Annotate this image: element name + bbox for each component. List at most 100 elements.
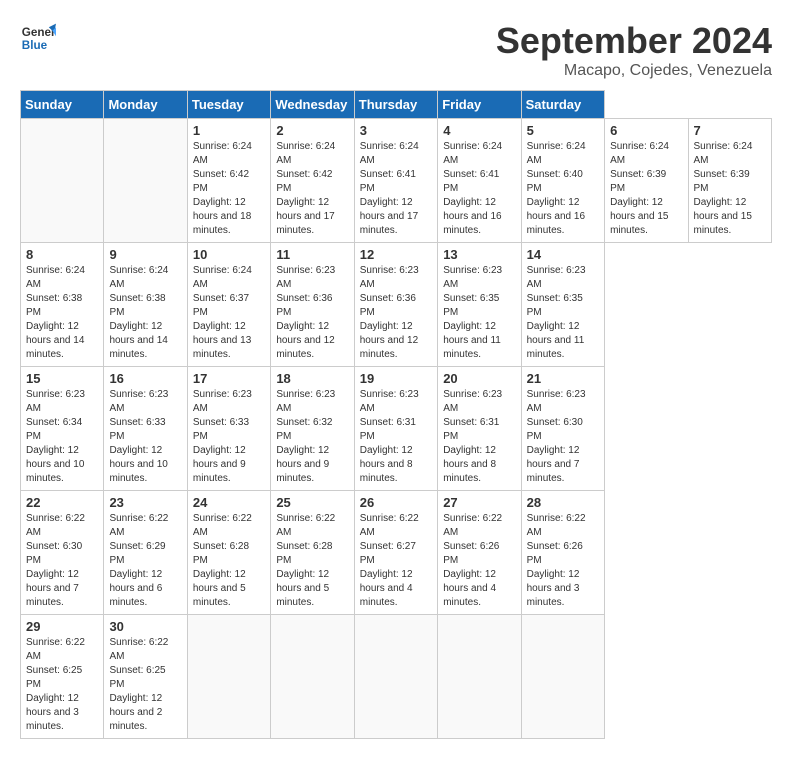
calendar-cell: 13 Sunrise: 6:23 AM Sunset: 6:35 PM Dayl… — [438, 243, 521, 367]
calendar-cell: 24 Sunrise: 6:22 AM Sunset: 6:28 PM Dayl… — [187, 491, 270, 615]
calendar-cell: 21 Sunrise: 6:23 AM Sunset: 6:30 PM Dayl… — [521, 367, 604, 491]
calendar-cell: 5 Sunrise: 6:24 AM Sunset: 6:40 PM Dayli… — [521, 119, 604, 243]
calendar-week-row: 8 Sunrise: 6:24 AM Sunset: 6:38 PM Dayli… — [21, 243, 772, 367]
day-number: 13 — [443, 247, 515, 262]
day-info: Sunrise: 6:24 AM Sunset: 6:38 PM Dayligh… — [26, 264, 98, 362]
day-info: Sunrise: 6:24 AM Sunset: 6:37 PM Dayligh… — [193, 264, 265, 362]
day-info: Sunrise: 6:24 AM Sunset: 6:42 PM Dayligh… — [193, 140, 265, 238]
calendar-cell: 26 Sunrise: 6:22 AM Sunset: 6:27 PM Dayl… — [354, 491, 437, 615]
day-number: 24 — [193, 495, 265, 510]
day-number: 6 — [610, 123, 682, 138]
title-block: September 2024 Macapo, Cojedes, Venezuel… — [496, 20, 772, 80]
day-info: Sunrise: 6:24 AM Sunset: 6:39 PM Dayligh… — [694, 140, 767, 238]
calendar-cell — [21, 119, 104, 243]
day-number: 18 — [276, 371, 348, 386]
day-info: Sunrise: 6:22 AM Sunset: 6:29 PM Dayligh… — [109, 512, 181, 610]
day-info: Sunrise: 6:22 AM Sunset: 6:26 PM Dayligh… — [443, 512, 515, 610]
calendar-cell: 10 Sunrise: 6:24 AM Sunset: 6:37 PM Dayl… — [187, 243, 270, 367]
day-number: 4 — [443, 123, 515, 138]
calendar-cell: 18 Sunrise: 6:23 AM Sunset: 6:32 PM Dayl… — [271, 367, 354, 491]
day-info: Sunrise: 6:23 AM Sunset: 6:31 PM Dayligh… — [360, 388, 432, 486]
day-number: 25 — [276, 495, 348, 510]
day-number: 14 — [527, 247, 599, 262]
day-number: 21 — [527, 371, 599, 386]
day-info: Sunrise: 6:24 AM Sunset: 6:41 PM Dayligh… — [443, 140, 515, 238]
calendar-week-row: 15 Sunrise: 6:23 AM Sunset: 6:34 PM Dayl… — [21, 367, 772, 491]
day-number: 2 — [276, 123, 348, 138]
calendar-cell: 23 Sunrise: 6:22 AM Sunset: 6:29 PM Dayl… — [104, 491, 187, 615]
day-number: 26 — [360, 495, 432, 510]
day-info: Sunrise: 6:23 AM Sunset: 6:35 PM Dayligh… — [527, 264, 599, 362]
calendar-cell — [104, 119, 187, 243]
col-header-monday: Monday — [104, 91, 187, 119]
day-number: 27 — [443, 495, 515, 510]
day-info: Sunrise: 6:23 AM Sunset: 6:36 PM Dayligh… — [360, 264, 432, 362]
day-info: Sunrise: 6:22 AM Sunset: 6:26 PM Dayligh… — [527, 512, 599, 610]
calendar-cell: 1 Sunrise: 6:24 AM Sunset: 6:42 PM Dayli… — [187, 119, 270, 243]
calendar-cell: 22 Sunrise: 6:22 AM Sunset: 6:30 PM Dayl… — [21, 491, 104, 615]
day-number: 5 — [527, 123, 599, 138]
day-info: Sunrise: 6:24 AM Sunset: 6:38 PM Dayligh… — [109, 264, 181, 362]
day-number: 15 — [26, 371, 98, 386]
day-info: Sunrise: 6:23 AM Sunset: 6:31 PM Dayligh… — [443, 388, 515, 486]
calendar-cell — [521, 615, 604, 739]
calendar-week-row: 1 Sunrise: 6:24 AM Sunset: 6:42 PM Dayli… — [21, 119, 772, 243]
day-number: 22 — [26, 495, 98, 510]
col-header-saturday: Saturday — [521, 91, 604, 119]
calendar-week-row: 29 Sunrise: 6:22 AM Sunset: 6:25 PM Dayl… — [21, 615, 772, 739]
day-info: Sunrise: 6:22 AM Sunset: 6:27 PM Dayligh… — [360, 512, 432, 610]
day-info: Sunrise: 6:23 AM Sunset: 6:35 PM Dayligh… — [443, 264, 515, 362]
calendar-cell: 14 Sunrise: 6:23 AM Sunset: 6:35 PM Dayl… — [521, 243, 604, 367]
day-number: 10 — [193, 247, 265, 262]
day-info: Sunrise: 6:23 AM Sunset: 6:33 PM Dayligh… — [109, 388, 181, 486]
day-number: 17 — [193, 371, 265, 386]
calendar-cell — [271, 615, 354, 739]
day-number: 28 — [527, 495, 599, 510]
col-header-sunday: Sunday — [21, 91, 104, 119]
day-info: Sunrise: 6:23 AM Sunset: 6:32 PM Dayligh… — [276, 388, 348, 486]
day-number: 20 — [443, 371, 515, 386]
day-number: 1 — [193, 123, 265, 138]
day-info: Sunrise: 6:22 AM Sunset: 6:28 PM Dayligh… — [276, 512, 348, 610]
day-info: Sunrise: 6:23 AM Sunset: 6:33 PM Dayligh… — [193, 388, 265, 486]
calendar-cell: 19 Sunrise: 6:23 AM Sunset: 6:31 PM Dayl… — [354, 367, 437, 491]
day-info: Sunrise: 6:22 AM Sunset: 6:25 PM Dayligh… — [26, 636, 98, 734]
day-number: 11 — [276, 247, 348, 262]
location-subtitle: Macapo, Cojedes, Venezuela — [496, 62, 772, 80]
day-info: Sunrise: 6:24 AM Sunset: 6:39 PM Dayligh… — [610, 140, 682, 238]
day-number: 8 — [26, 247, 98, 262]
calendar-cell: 8 Sunrise: 6:24 AM Sunset: 6:38 PM Dayli… — [21, 243, 104, 367]
day-number: 23 — [109, 495, 181, 510]
page-header: General Blue September 2024 Macapo, Coje… — [20, 20, 772, 80]
day-number: 3 — [360, 123, 432, 138]
col-header-tuesday: Tuesday — [187, 91, 270, 119]
day-number: 16 — [109, 371, 181, 386]
calendar-cell: 29 Sunrise: 6:22 AM Sunset: 6:25 PM Dayl… — [21, 615, 104, 739]
calendar-cell: 12 Sunrise: 6:23 AM Sunset: 6:36 PM Dayl… — [354, 243, 437, 367]
logo-icon: General Blue — [20, 20, 56, 56]
svg-text:Blue: Blue — [22, 39, 48, 52]
calendar-cell: 6 Sunrise: 6:24 AM Sunset: 6:39 PM Dayli… — [605, 119, 688, 243]
day-info: Sunrise: 6:22 AM Sunset: 6:25 PM Dayligh… — [109, 636, 181, 734]
col-header-wednesday: Wednesday — [271, 91, 354, 119]
calendar-cell: 7 Sunrise: 6:24 AM Sunset: 6:39 PM Dayli… — [688, 119, 772, 243]
calendar-week-row: 22 Sunrise: 6:22 AM Sunset: 6:30 PM Dayl… — [21, 491, 772, 615]
day-number: 9 — [109, 247, 181, 262]
logo: General Blue — [20, 20, 56, 56]
calendar-cell: 30 Sunrise: 6:22 AM Sunset: 6:25 PM Dayl… — [104, 615, 187, 739]
calendar-cell: 3 Sunrise: 6:24 AM Sunset: 6:41 PM Dayli… — [354, 119, 437, 243]
day-number: 30 — [109, 619, 181, 634]
calendar-cell: 11 Sunrise: 6:23 AM Sunset: 6:36 PM Dayl… — [271, 243, 354, 367]
day-info: Sunrise: 6:22 AM Sunset: 6:30 PM Dayligh… — [26, 512, 98, 610]
calendar-cell: 27 Sunrise: 6:22 AM Sunset: 6:26 PM Dayl… — [438, 491, 521, 615]
day-info: Sunrise: 6:23 AM Sunset: 6:30 PM Dayligh… — [527, 388, 599, 486]
calendar-cell: 15 Sunrise: 6:23 AM Sunset: 6:34 PM Dayl… — [21, 367, 104, 491]
day-info: Sunrise: 6:23 AM Sunset: 6:34 PM Dayligh… — [26, 388, 98, 486]
day-number: 7 — [694, 123, 767, 138]
calendar-cell: 25 Sunrise: 6:22 AM Sunset: 6:28 PM Dayl… — [271, 491, 354, 615]
day-info: Sunrise: 6:24 AM Sunset: 6:40 PM Dayligh… — [527, 140, 599, 238]
calendar-header-row: SundayMondayTuesdayWednesdayThursdayFrid… — [21, 91, 772, 119]
calendar-cell: 16 Sunrise: 6:23 AM Sunset: 6:33 PM Dayl… — [104, 367, 187, 491]
calendar-cell — [187, 615, 270, 739]
day-info: Sunrise: 6:22 AM Sunset: 6:28 PM Dayligh… — [193, 512, 265, 610]
